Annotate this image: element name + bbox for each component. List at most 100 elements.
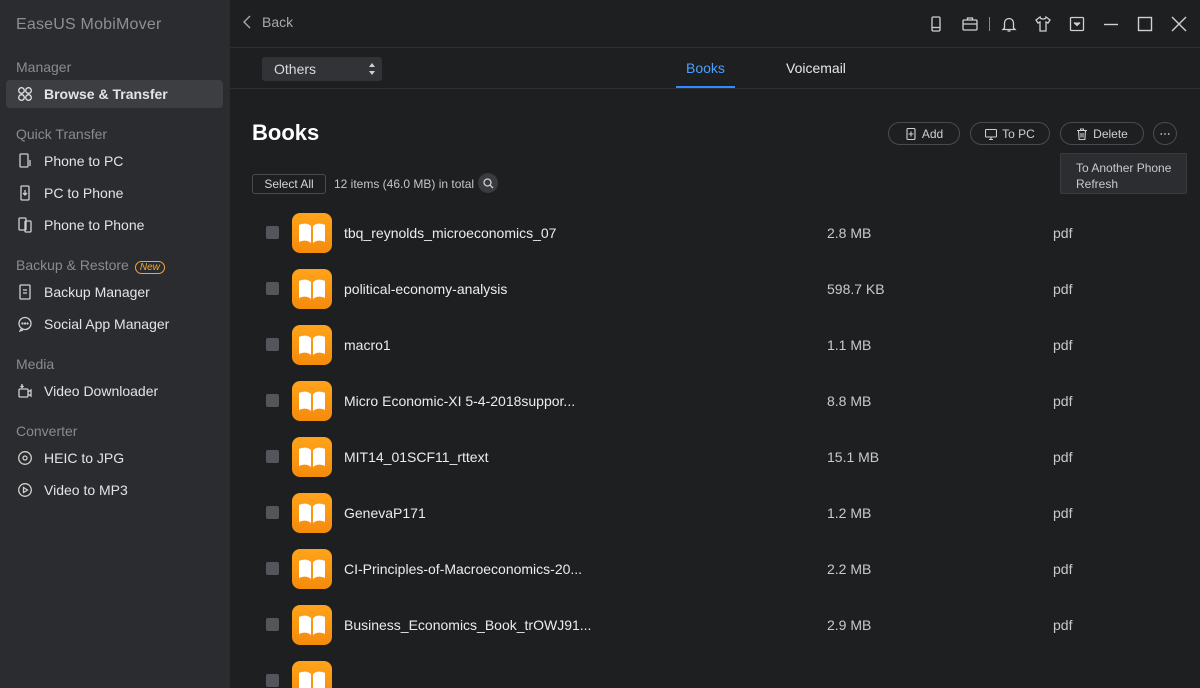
- file-name: GenevaP171: [344, 505, 426, 521]
- back-button[interactable]: Back: [242, 14, 293, 30]
- table-row[interactable]: political-economy-analysis 598.7 KB pdf: [230, 261, 1200, 317]
- book-icon: [292, 661, 332, 688]
- section-title-converter: Converter: [16, 423, 78, 439]
- backup-icon: [16, 283, 34, 301]
- sidebar-item-label: Social App Manager: [44, 316, 170, 332]
- section-title-media: Media: [16, 356, 55, 372]
- book-icon: [292, 381, 332, 421]
- file-size: 2.8 MB: [827, 225, 872, 241]
- sidebar-item-phone-to-pc[interactable]: Phone to PC: [6, 147, 223, 175]
- select-arrows-icon: [369, 63, 375, 75]
- delete-button[interactable]: Delete: [1060, 122, 1144, 145]
- shirt-icon[interactable]: [1026, 7, 1060, 41]
- menu-item-to-another-phone[interactable]: To Another Phone: [1076, 160, 1186, 176]
- sidebar-item-browse-transfer[interactable]: Browse & Transfer: [6, 80, 223, 108]
- file-size: 598.7 KB: [827, 281, 885, 297]
- category-select-value: Others: [274, 61, 317, 77]
- bell-icon[interactable]: [992, 7, 1026, 41]
- file-size: 2.2 MB: [827, 561, 872, 577]
- window-controls: [919, 0, 1200, 48]
- row-checkbox[interactable]: [266, 226, 279, 239]
- sidebar-item-label: Backup Manager: [44, 284, 150, 300]
- row-checkbox[interactable]: [266, 562, 279, 575]
- table-row[interactable]: CI-Principles-of-Macroeconomics-20... 2.…: [230, 541, 1200, 597]
- to-pc-label: To PC: [1002, 126, 1035, 141]
- row-checkbox[interactable]: [266, 394, 279, 407]
- sidebar-item-label: Phone to Phone: [44, 217, 145, 233]
- sidebar-item-backup-manager[interactable]: Backup Manager: [6, 278, 223, 306]
- image-convert-icon: [16, 449, 34, 467]
- row-checkbox[interactable]: [266, 674, 279, 687]
- tab-voicemail[interactable]: Voicemail: [786, 48, 846, 88]
- more-menu: To Another Phone Refresh: [1060, 153, 1187, 194]
- file-name: Micro Economic-XI 5-4-2018suppor...: [344, 393, 576, 409]
- back-label: Back: [262, 14, 294, 30]
- file-type: pdf: [1053, 505, 1073, 521]
- sidebar-item-pc-to-phone[interactable]: PC to Phone: [6, 179, 223, 207]
- maximize-icon[interactable]: [1128, 7, 1162, 41]
- table-row[interactable]: MIT14_01SCF11_rttext 15.1 MB pdf: [230, 429, 1200, 485]
- to-pc-button[interactable]: To PC: [970, 122, 1050, 145]
- sidebar-item-heic-to-jpg[interactable]: HEIC to JPG: [6, 444, 223, 472]
- table-row[interactable]: [230, 653, 1200, 688]
- sidebar-item-label: Video Downloader: [44, 383, 159, 399]
- sidebar-item-video-to-mp3[interactable]: Video to MP3: [6, 476, 223, 504]
- dropdown-menu-icon[interactable]: [1060, 7, 1094, 41]
- book-icon: [292, 213, 332, 253]
- computer-icon: [985, 128, 998, 140]
- add-button[interactable]: Add: [888, 122, 960, 145]
- file-size: 1.2 MB: [827, 505, 872, 521]
- toolbar-divider: [989, 17, 990, 31]
- file-name: political-economy-analysis: [344, 281, 508, 297]
- row-checkbox[interactable]: [266, 618, 279, 631]
- item-count: 12 items (46.0 MB) in total: [334, 177, 475, 191]
- book-icon: [292, 269, 332, 309]
- new-badge: New: [134, 261, 165, 274]
- table-row[interactable]: tbq_reynolds_microeconomics_07 2.8 MB pd…: [230, 205, 1200, 261]
- row-checkbox[interactable]: [266, 506, 279, 519]
- trash-icon: [1077, 127, 1088, 140]
- sidebar-item-label: Browse & Transfer: [44, 86, 168, 102]
- delete-label: Delete: [1093, 126, 1128, 141]
- file-name: tbq_reynolds_microeconomics_07: [344, 225, 557, 241]
- file-type: pdf: [1053, 449, 1073, 465]
- select-all-button[interactable]: Select All: [252, 174, 326, 194]
- close-icon[interactable]: [1162, 7, 1196, 41]
- book-icon: [292, 325, 332, 365]
- category-select[interactable]: Others: [262, 57, 382, 81]
- file-name: Business_Economics_Book_trOWJ91...: [344, 617, 592, 633]
- file-type: pdf: [1053, 561, 1073, 577]
- more-button[interactable]: [1153, 122, 1177, 145]
- add-icon: [906, 127, 916, 140]
- table-row[interactable]: GenevaP171 1.2 MB pdf: [230, 485, 1200, 541]
- table-row[interactable]: macro1 1.1 MB pdf: [230, 317, 1200, 373]
- sub-bar: Others Books Voicemail: [230, 48, 1200, 89]
- sidebar-item-video-downloader[interactable]: Video Downloader: [6, 377, 223, 405]
- audio-convert-icon: [16, 481, 34, 499]
- sidebar-item-label: Video to MP3: [44, 482, 128, 498]
- menu-item-refresh[interactable]: Refresh: [1076, 176, 1186, 192]
- top-bar: Back: [230, 0, 1200, 48]
- sidebar-item-label: PC to Phone: [44, 185, 124, 201]
- sidebar-item-phone-to-phone[interactable]: Phone to Phone: [6, 211, 223, 239]
- table-row[interactable]: Business_Economics_Book_trOWJ91... 2.9 M…: [230, 597, 1200, 653]
- file-size: 15.1 MB: [827, 449, 880, 465]
- pc-to-phone-icon: [16, 184, 34, 202]
- sidebar-item-social-app-manager[interactable]: Social App Manager: [6, 310, 223, 338]
- chevron-left-icon: [243, 15, 251, 29]
- toolbox-icon[interactable]: [953, 7, 987, 41]
- minimize-icon[interactable]: [1094, 7, 1128, 41]
- table-row[interactable]: Micro Economic-XI 5-4-2018suppor... 8.8 …: [230, 373, 1200, 429]
- row-checkbox[interactable]: [266, 282, 279, 295]
- file-name: MIT14_01SCF11_rttext: [344, 449, 489, 465]
- file-type: pdf: [1053, 617, 1073, 633]
- search-button[interactable]: [478, 173, 498, 193]
- device-icon[interactable]: [919, 7, 953, 41]
- chat-icon: [16, 315, 34, 333]
- tab-books[interactable]: Books: [676, 48, 735, 88]
- section-title-text: Backup & Restore: [16, 257, 129, 273]
- row-checkbox[interactable]: [266, 338, 279, 351]
- row-checkbox[interactable]: [266, 450, 279, 463]
- file-name: macro1: [344, 337, 391, 353]
- file-type: pdf: [1053, 337, 1073, 353]
